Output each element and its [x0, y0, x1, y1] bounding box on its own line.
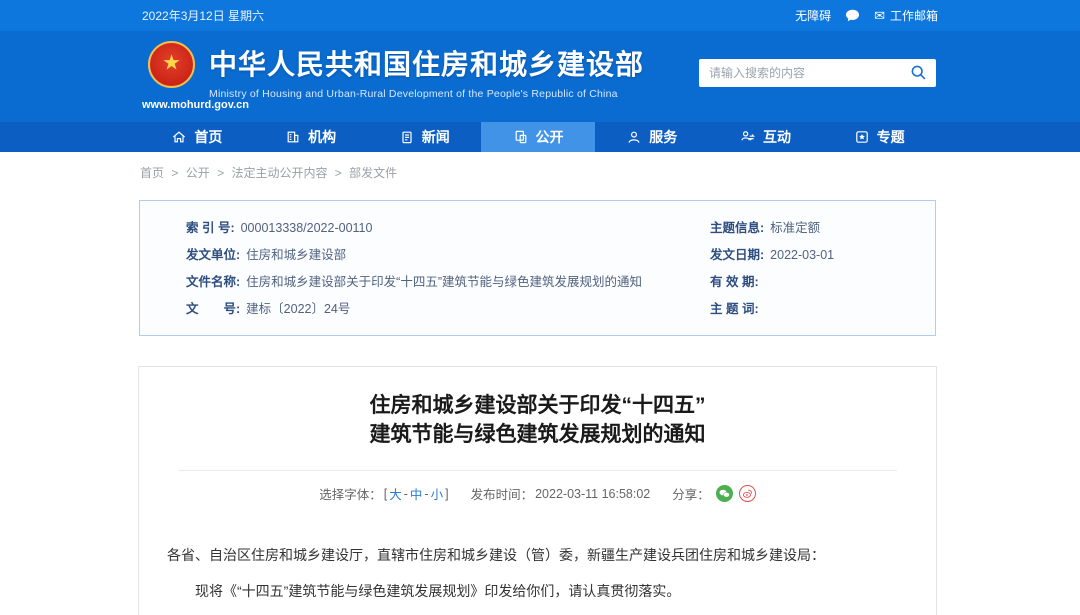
publish-time-value: 2022-03-11 16:58:02 — [535, 487, 650, 501]
organization-icon — [285, 129, 301, 145]
service-icon — [626, 129, 642, 145]
breadcrumb-home[interactable]: 首页 — [140, 166, 164, 180]
search-icon — [910, 64, 926, 83]
meta-issue-date: 发文日期: 2022-03-01 — [710, 242, 834, 269]
meta-keywords: 主 题 词: — [710, 296, 834, 323]
title-divider — [178, 470, 897, 471]
nav-item-topic[interactable]: 专题 — [822, 122, 936, 152]
meta-subject-info: 主题信息: 标准定额 — [710, 215, 834, 242]
paragraph-main: 现将《“十四五”建筑节能与绿色建筑发展规划》印发给你们，请认真贯彻落实。 — [167, 579, 908, 603]
interaction-icon — [740, 129, 756, 145]
site-title: 中华人民共和国住房和城乡建设部 — [209, 43, 644, 83]
document-body: 各省、自治区住房和城乡建设厅，直辖市住房和城乡建设（管）委，新疆生产建设兵团住房… — [139, 543, 936, 603]
paragraph-addressees: 各省、自治区住房和城乡建设厅，直辖市住房和城乡建设（管）委，新疆生产建设兵团住房… — [167, 543, 908, 567]
document-title: 住房和城乡建设部关于印发“十四五” 建筑节能与绿色建筑发展规划的通知 — [139, 391, 936, 449]
topbar-links: 无障碍 ✉ 工作邮箱 — [795, 7, 938, 24]
work-mailbox-link[interactable]: ✉ 工作邮箱 — [874, 7, 938, 24]
disclosure-icon — [513, 129, 529, 145]
document-metadata-box: 索 引 号: 000013338/2022-00110 发文单位: 住房和城乡建… — [139, 200, 936, 336]
main-nav: 首页 机构 新闻 公开 服务 — [0, 122, 1080, 152]
breadcrumb-disclosure[interactable]: 公开 — [186, 166, 210, 180]
site-header: ★ 中华人民共和国住房和城乡建设部 Ministry of Housing an… — [0, 31, 1080, 122]
font-size-small-button[interactable]: 小 — [431, 484, 444, 503]
breadcrumb-statutory-content[interactable]: 法定主动公开内容 — [231, 166, 327, 180]
font-size-label: 选择字体： — [319, 484, 382, 503]
nav-item-news[interactable]: 新闻 — [367, 122, 481, 152]
publish-time-label: 发布时间： — [471, 484, 534, 503]
site-title-english: Ministry of Housing and Urban-Rural Deve… — [209, 88, 644, 100]
article-meta-line: 选择字体： [ 大 - 中 - 小 ] 发布时间： 2022-03-11 16:… — [139, 484, 936, 503]
nav-item-service[interactable]: 服务 — [595, 122, 709, 152]
top-bar: 2022年3月12日 星期六 无障碍 ✉ 工作邮箱 — [0, 0, 1080, 31]
nav-item-organization[interactable]: 机构 — [254, 122, 368, 152]
font-size-large-button[interactable]: 大 — [389, 484, 402, 503]
site-brand[interactable]: ★ 中华人民共和国住房和城乡建设部 Ministry of Housing an… — [148, 41, 644, 100]
current-date: 2022年3月12日 星期六 — [142, 7, 264, 24]
breadcrumb-ministry-documents[interactable]: 部发文件 — [349, 166, 397, 180]
home-icon — [171, 129, 187, 145]
envelope-icon: ✉ — [874, 9, 885, 22]
share-wechat-icon[interactable] — [716, 485, 733, 502]
national-emblem-logo: ★ — [148, 41, 195, 88]
meta-document-name: 文件名称: 住房和城乡建设部关于印发“十四五”建筑节能与绿色建筑发展规划的通知 — [186, 269, 695, 296]
nav-item-home[interactable]: 首页 — [140, 122, 254, 152]
share-weibo-icon[interactable] — [739, 485, 756, 502]
comment-bubble-icon[interactable] — [845, 9, 860, 22]
nav-item-disclosure[interactable]: 公开 — [481, 122, 595, 152]
share-label: 分享： — [672, 484, 710, 503]
article-card: 住房和城乡建设部关于印发“十四五” 建筑节能与绿色建筑发展规划的通知 选择字体：… — [138, 366, 937, 615]
topic-star-icon — [854, 129, 870, 145]
news-icon — [399, 129, 415, 145]
search-input[interactable] — [709, 66, 908, 80]
breadcrumb: 首页 > 公开 > 法定主动公开内容 > 部发文件 — [140, 164, 936, 181]
accessibility-link[interactable]: 无障碍 — [795, 7, 831, 24]
site-url: www.mohurd.gov.cn — [142, 99, 249, 111]
meta-document-number: 文 号: 建标〔2022〕24号 — [186, 296, 695, 323]
meta-validity-period: 有 效 期: — [710, 269, 834, 296]
font-size-medium-button[interactable]: 中 — [410, 484, 423, 503]
search-button[interactable] — [908, 63, 928, 83]
meta-issuing-unit: 发文单位: 住房和城乡建设部 — [186, 242, 695, 269]
search-box — [699, 59, 936, 87]
meta-index-number: 索 引 号: 000013338/2022-00110 — [186, 215, 695, 242]
nav-item-interaction[interactable]: 互动 — [709, 122, 823, 152]
